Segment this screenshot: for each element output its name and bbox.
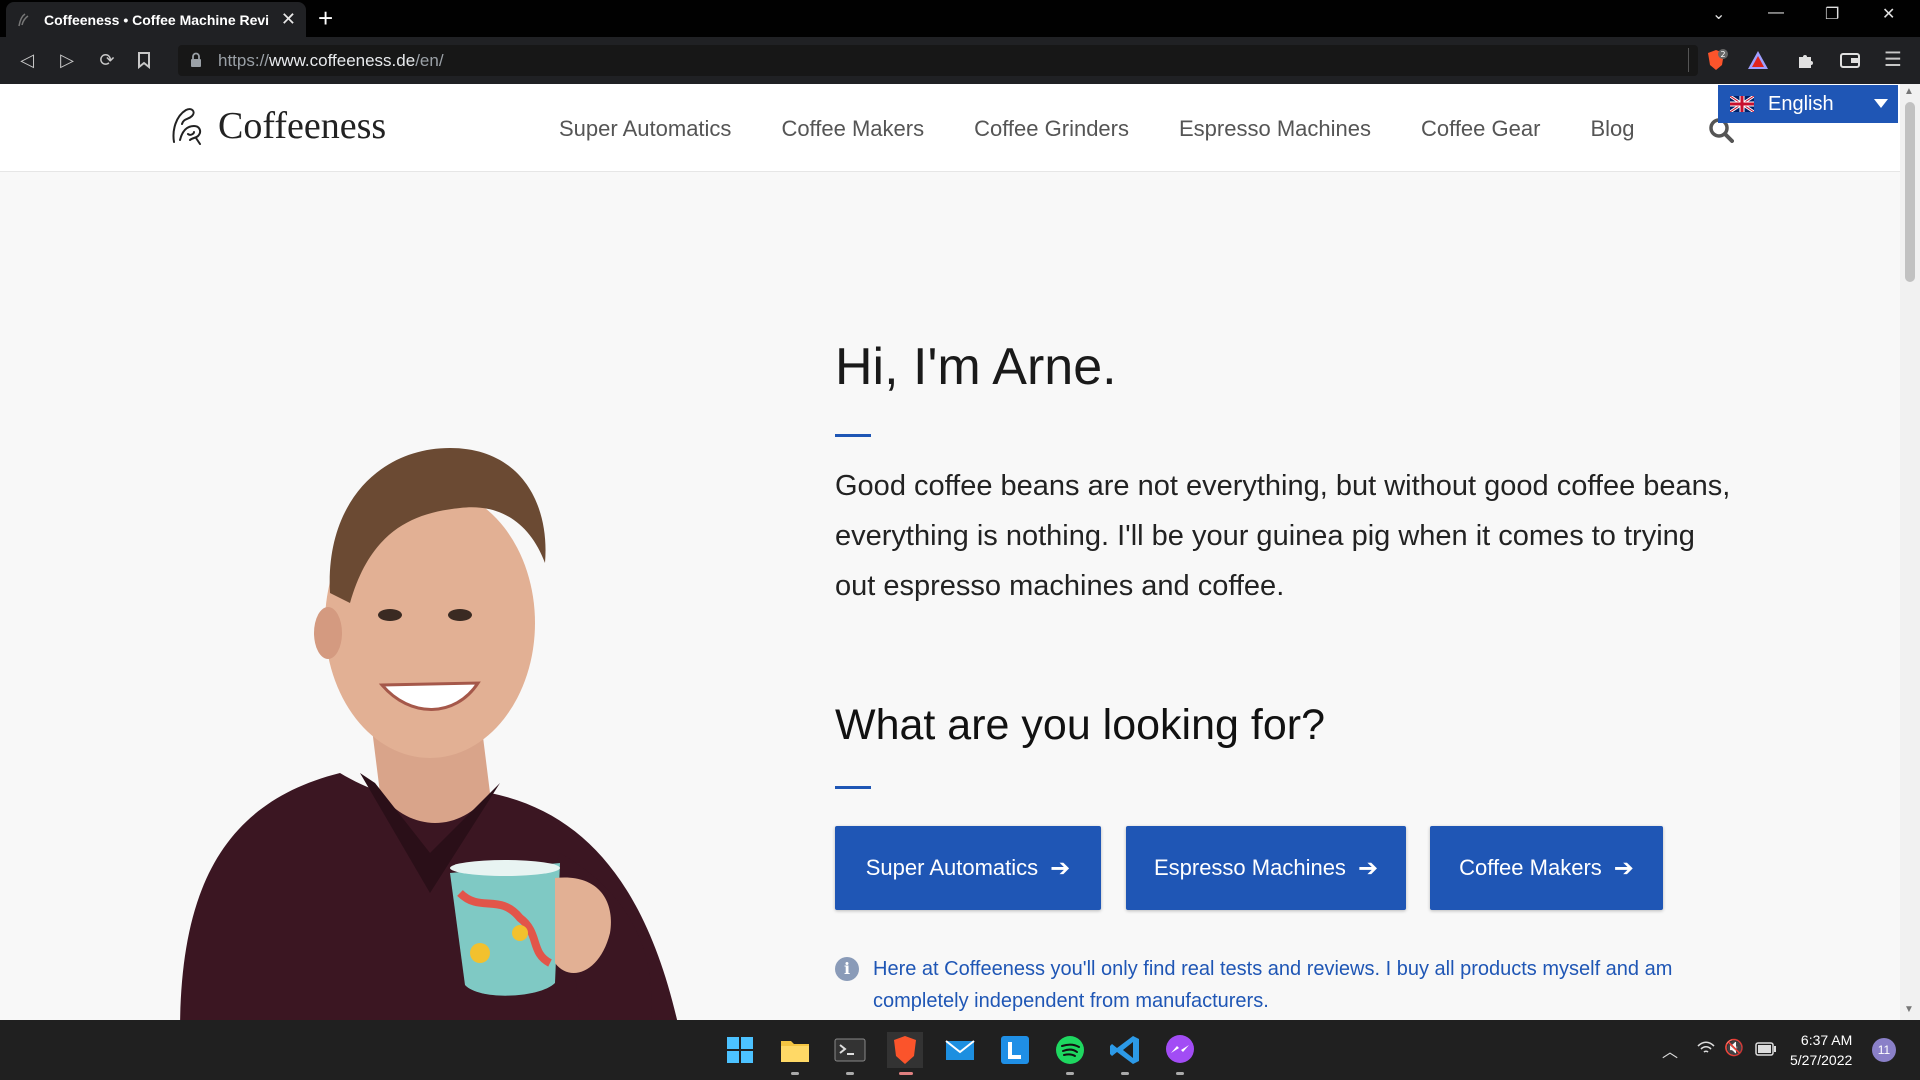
- speaker-muted-icon[interactable]: 🔇: [1724, 1038, 1744, 1058]
- notification-count-badge[interactable]: 11: [1872, 1038, 1896, 1062]
- button-label: Coffee Makers: [1459, 855, 1602, 880]
- running-indicator: [1121, 1072, 1129, 1075]
- active-indicator: [899, 1072, 913, 1075]
- arrow-right-icon: ➔: [1613, 854, 1634, 882]
- nav-coffee-makers[interactable]: Coffee Makers: [781, 116, 924, 142]
- hero-intro-text: Good coffee beans are not everything, bu…: [835, 470, 1731, 602]
- brave-browser-icon[interactable]: [887, 1032, 923, 1068]
- brave-rewards-icon[interactable]: [1746, 48, 1770, 72]
- new-tab-icon[interactable]: +: [318, 4, 333, 32]
- messenger-icon[interactable]: [1162, 1032, 1198, 1068]
- clock-date: 5/27/2022: [1790, 1052, 1853, 1068]
- uk-flag-icon: [1730, 96, 1754, 112]
- tab-search-chevron-icon[interactable]: ⌄: [1712, 4, 1725, 24]
- hero-title: Hi, I'm Arne.: [835, 338, 1117, 396]
- brave-shields-icon[interactable]: 2: [1704, 48, 1728, 72]
- running-indicator: [1176, 1072, 1184, 1075]
- independence-notice: i Here at Coffeeness you'll only find re…: [835, 953, 1735, 1017]
- coffee-makers-button[interactable]: Coffee Makers ➔: [1430, 826, 1663, 910]
- espresso-machines-button[interactable]: Espresso Machines ➔: [1126, 826, 1406, 910]
- button-label: Espresso Machines: [1153, 855, 1346, 880]
- vscode-icon[interactable]: [1107, 1032, 1143, 1068]
- language-label: English: [1768, 92, 1834, 115]
- minimize-icon[interactable]: —: [1768, 4, 1784, 22]
- nav-super-automatics[interactable]: Super Automatics: [559, 116, 731, 142]
- url-text: https://www.coffeeness.de/en/: [218, 51, 444, 70]
- svg-text:2: 2: [1720, 50, 1725, 59]
- l-app-icon[interactable]: [997, 1032, 1033, 1068]
- language-selector[interactable]: English: [1718, 85, 1898, 123]
- toolbar-divider: [1688, 48, 1689, 72]
- running-indicator: [1066, 1072, 1074, 1075]
- arne-portrait-image: [180, 448, 678, 1020]
- spotify-icon[interactable]: [1052, 1032, 1088, 1068]
- back-icon[interactable]: ◁: [14, 47, 40, 73]
- windows-start-icon[interactable]: [722, 1032, 758, 1068]
- scroll-thumb[interactable]: [1905, 102, 1915, 282]
- looking-for-heading: What are you looking for?: [835, 701, 1325, 749]
- nav-espresso-machines[interactable]: Espresso Machines: [1179, 116, 1371, 142]
- page-scrollbar[interactable]: ▲ ▼: [1900, 84, 1920, 1020]
- dropdown-caret-icon: [1874, 99, 1888, 108]
- nav-coffee-grinders[interactable]: Coffee Grinders: [974, 116, 1129, 142]
- arrow-right-icon: ➔: [1357, 854, 1379, 882]
- button-label: Super Automatics: [865, 855, 1039, 880]
- info-icon: i: [835, 957, 859, 981]
- browser-tab[interactable]: Coffeeness • Coffee Machine Revi ✕: [6, 2, 306, 37]
- forward-icon[interactable]: ▷: [54, 47, 80, 73]
- scroll-up-icon[interactable]: ▲: [1904, 86, 1914, 97]
- browser-tab-bar: Coffeeness • Coffee Machine Revi ✕ + ⌄ —…: [0, 0, 1920, 37]
- running-indicator: [791, 1072, 799, 1075]
- terminal-icon[interactable]: [832, 1032, 868, 1068]
- notice-text: Here at Coffeeness you'll only find real…: [873, 958, 1673, 1012]
- tab-title: Coffeeness • Coffee Machine Revi: [44, 11, 270, 28]
- battery-icon[interactable]: [1755, 1042, 1777, 1056]
- arrow-right-icon: ➔: [1050, 854, 1071, 882]
- scroll-down-icon[interactable]: ▼: [1904, 1004, 1914, 1015]
- clock-time: 6:37 AM: [1800, 1032, 1853, 1048]
- nav-coffee-gear[interactable]: Coffee Gear: [1421, 116, 1540, 142]
- running-indicator: [846, 1072, 854, 1075]
- browser-toolbar: ◁ ▷ ⟳ https://www.coffeeness.de/en/ 2 ☰: [0, 37, 1920, 84]
- title-divider: [835, 434, 871, 437]
- super-automatics-button[interactable]: Super Automatics ➔: [835, 826, 1101, 910]
- wifi-icon[interactable]: [1696, 1040, 1716, 1056]
- extensions-puzzle-icon[interactable]: [1794, 48, 1818, 72]
- coffeeness-favicon-icon: [18, 12, 29, 26]
- heading-divider: [835, 786, 871, 789]
- menu-icon[interactable]: ☰: [1880, 47, 1906, 73]
- site-logo[interactable]: Coffeeness: [166, 104, 386, 148]
- nav-blog[interactable]: Blog: [1590, 116, 1634, 142]
- tray-chevron-up-icon[interactable]: ︿: [1662, 1038, 1678, 1062]
- mail-icon[interactable]: [942, 1032, 978, 1068]
- windows-taskbar: ︿ 🔇 6:37 AM 5/27/2022 11: [0, 1020, 1920, 1080]
- main-navigation: Super Automatics Coffee Makers Coffee Gr…: [559, 116, 1684, 142]
- squirrel-logo-icon: [172, 108, 202, 145]
- wallet-icon[interactable]: [1838, 48, 1862, 72]
- system-clock[interactable]: 6:37 AM 5/27/2022: [1790, 1030, 1852, 1070]
- file-explorer-icon[interactable]: [777, 1032, 813, 1068]
- logo-text: Coffeeness: [218, 105, 387, 147]
- hero-section: Hi, I'm Arne. Good coffee beans are not …: [0, 173, 1900, 1020]
- site-header: Coffeeness Super Automatics Coffee Maker…: [0, 84, 1900, 172]
- close-window-icon[interactable]: ✕: [1882, 4, 1895, 24]
- address-bar[interactable]: https://www.coffeeness.de/en/: [178, 45, 1698, 76]
- restore-icon[interactable]: ❐: [1825, 4, 1839, 24]
- lock-icon: [191, 52, 201, 67]
- reload-icon[interactable]: ⟳: [94, 47, 120, 73]
- bookmark-icon[interactable]: [135, 51, 153, 69]
- close-tab-icon[interactable]: ✕: [281, 9, 296, 30]
